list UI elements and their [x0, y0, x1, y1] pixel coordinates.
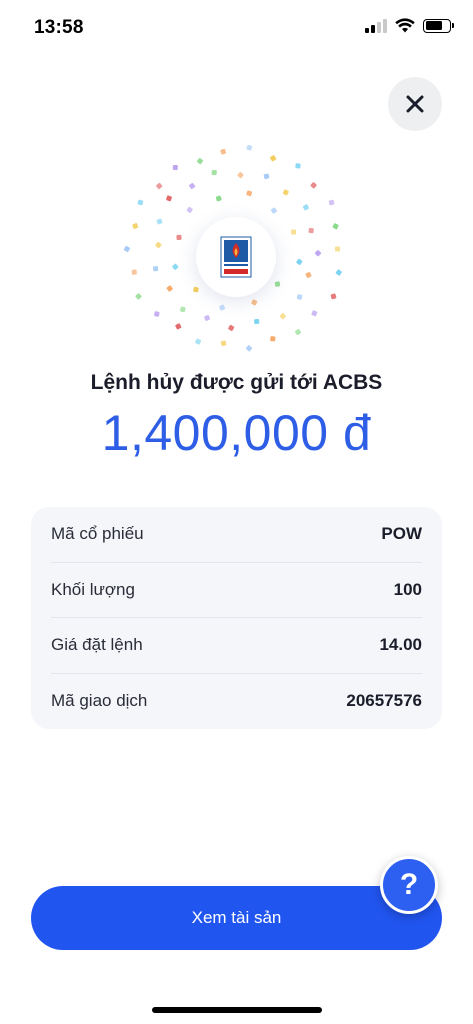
petrovietnam-power-logo — [220, 236, 252, 278]
status-icons — [365, 18, 454, 33]
confetti-piece — [294, 329, 302, 336]
confetti-piece — [310, 182, 317, 189]
confetti-piece — [308, 227, 314, 234]
detail-label: Mã giao dịch — [51, 691, 148, 711]
confetti-piece — [186, 206, 193, 213]
confetti-piece — [314, 250, 322, 257]
confetti-piece — [279, 313, 286, 320]
detail-value: 20657576 — [346, 691, 422, 711]
order-amount: 1,400,000 đ — [101, 405, 372, 461]
confetti-piece — [270, 207, 277, 214]
confetti-piece — [335, 246, 340, 252]
confetti-piece — [204, 315, 211, 321]
confetti-piece — [220, 340, 227, 347]
confetti-piece — [332, 223, 339, 230]
confetti-piece — [176, 234, 182, 240]
battery-icon — [423, 18, 454, 33]
confetti-piece — [263, 173, 270, 180]
close-button[interactable] — [388, 77, 442, 131]
confetti-piece — [246, 190, 253, 197]
confetti-piece — [270, 155, 277, 162]
confetti-piece — [154, 311, 160, 317]
confetti-piece — [175, 323, 182, 330]
confetti-piece — [215, 195, 222, 202]
confetti-piece — [172, 164, 178, 171]
confetti-piece — [135, 293, 142, 300]
confetti-piece — [172, 263, 179, 270]
stock-logo — [196, 217, 276, 297]
confetti-piece — [131, 269, 137, 275]
confetti-piece — [228, 324, 235, 331]
confetti-piece — [296, 258, 303, 266]
confetti-piece — [335, 269, 342, 276]
confetti-piece — [132, 223, 139, 229]
detail-value: 14.00 — [379, 635, 422, 655]
confetti-piece — [311, 310, 318, 317]
confetti-piece — [195, 338, 202, 345]
detail-label: Khối lượng — [51, 579, 135, 599]
detail-row-transaction-id: Mã giao dịch 20657576 — [51, 674, 422, 730]
confetti-piece — [220, 148, 227, 155]
confetti-piece — [302, 204, 309, 211]
confetti-piece — [251, 299, 258, 306]
home-indicator[interactable] — [152, 1007, 322, 1013]
confetti-piece — [328, 199, 335, 206]
close-icon — [406, 95, 424, 113]
confetti-piece — [156, 218, 163, 225]
confetti-piece — [193, 286, 199, 293]
result-title: Lệnh hủy được gửi tới ACBS — [90, 371, 383, 394]
confetti-piece — [237, 171, 244, 179]
detail-label: Mã cổ phiếu — [51, 524, 144, 544]
confetti-piece — [189, 182, 196, 190]
confetti-piece — [291, 229, 297, 235]
confetti-piece — [296, 294, 303, 300]
help-button[interactable]: ? — [380, 856, 438, 914]
help-icon: ? — [399, 868, 419, 901]
wifi-icon — [395, 18, 415, 33]
confetti-piece — [295, 163, 301, 169]
confetti-piece — [211, 170, 217, 176]
confetti-piece — [246, 145, 253, 151]
status-time: 13:58 — [34, 17, 84, 38]
cellular-signal-icon — [365, 18, 387, 33]
detail-value: 100 — [393, 579, 422, 599]
confetti-piece — [137, 199, 144, 206]
confetti-piece — [254, 318, 260, 325]
confetti-piece — [156, 182, 163, 190]
confetti-piece — [153, 266, 159, 272]
detail-label: Giá đặt lệnh — [51, 635, 143, 655]
success-illustration — [110, 145, 362, 365]
confetti-piece — [196, 158, 204, 165]
confetti-piece — [282, 189, 289, 196]
detail-value: POW — [381, 524, 422, 544]
confetti-piece — [123, 245, 130, 253]
confetti-piece — [166, 195, 172, 202]
detail-row-stock-code: Mã cổ phiếu POW — [51, 507, 422, 563]
confetti-piece — [166, 285, 173, 292]
confetti-piece — [155, 241, 162, 249]
confetti-piece — [270, 336, 276, 342]
order-details-card: Mã cổ phiếu POW Khối lượng 100 Giá đặt l… — [31, 507, 442, 729]
confetti-piece — [330, 293, 337, 300]
view-assets-button[interactable]: Xem tài sản — [31, 886, 442, 950]
detail-row-quantity: Khối lượng 100 — [51, 563, 422, 618]
confetti-piece — [219, 304, 226, 311]
confetti-piece — [305, 271, 312, 279]
detail-row-order-price: Giá đặt lệnh 14.00 — [51, 618, 422, 674]
confetti-piece — [274, 281, 281, 287]
confetti-piece — [179, 306, 186, 313]
confetti-piece — [245, 345, 253, 352]
status-bar: 13:58 — [0, 0, 473, 56]
